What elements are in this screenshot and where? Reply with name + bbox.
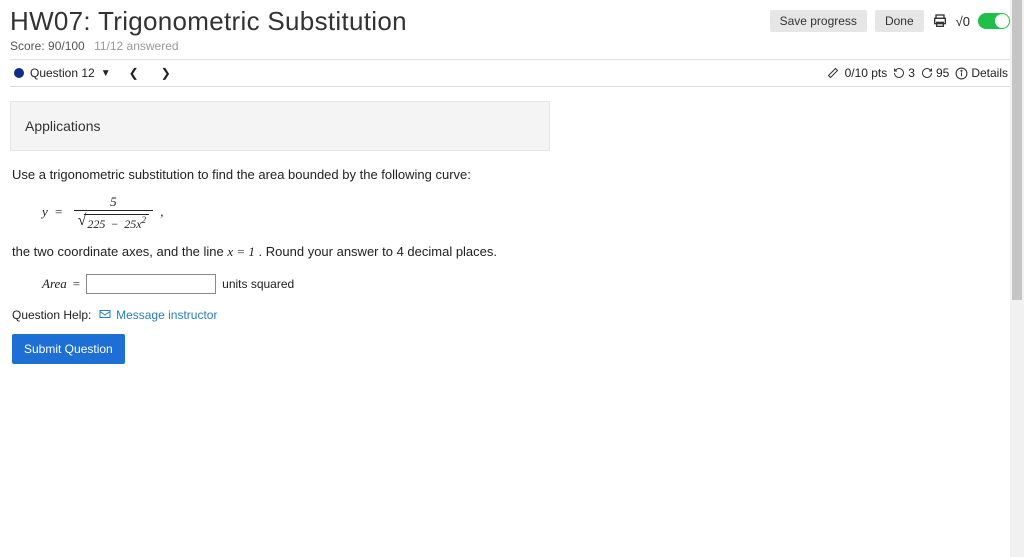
question-prompt-1: Use a trigonometric substitution to find… — [12, 167, 1010, 182]
question-selector[interactable]: Question 12 ▼ — [14, 66, 111, 80]
mail-icon — [99, 308, 114, 322]
score-value: Score: 90/100 — [10, 39, 85, 53]
area-label: Area — [42, 276, 67, 292]
prev-question-button[interactable]: ❮ — [125, 66, 143, 80]
status-dot-icon — [14, 68, 24, 78]
section-banner: Applications — [10, 101, 550, 151]
prompt2-eq: x = 1 — [227, 244, 255, 259]
area-input[interactable] — [86, 274, 216, 294]
edit-icon[interactable] — [827, 67, 839, 79]
math-mode-label: √0 — [956, 14, 970, 29]
score-line: Score: 90/100 11/12 answered — [10, 39, 1012, 53]
details-button[interactable]: Details — [955, 66, 1008, 80]
scrollbar-track[interactable] — [1010, 0, 1024, 557]
eq-equals: = — [55, 204, 62, 219]
prompt2-b: . Round your answer to 4 decimal places. — [259, 244, 497, 259]
message-instructor-link[interactable]: Message instructor — [116, 308, 217, 322]
banner-title: Applications — [25, 118, 101, 134]
question-label: Question 12 — [30, 66, 95, 80]
answered-count: 11/12 answered — [94, 39, 179, 53]
attempts-value: 3 — [908, 66, 915, 80]
sqrt-icon: √ 225 − 25x2 — [78, 214, 149, 232]
area-equals: = — [73, 276, 80, 292]
eq-rad-b: 25x — [124, 217, 141, 231]
equation-display: y = 5 √ 225 − 25x2 — [42, 192, 1010, 234]
question-prompt-2: the two coordinate axes, and the line x … — [12, 244, 1010, 260]
done-button[interactable]: Done — [875, 10, 924, 32]
math-mode-toggle[interactable] — [978, 13, 1010, 29]
prompt2-a: the two coordinate axes, and the line — [12, 244, 227, 259]
time-value: 95 — [936, 66, 949, 80]
points-label: 0/10 pts — [845, 66, 888, 80]
eq-numerator: 5 — [74, 194, 153, 211]
refresh-icon — [921, 67, 933, 79]
eq-lhs: y — [42, 204, 48, 219]
print-icon[interactable] — [932, 13, 948, 29]
scrollbar-thumb[interactable] — [1012, 0, 1022, 300]
retry-icon — [893, 67, 905, 79]
eq-rad-exp: 2 — [142, 215, 147, 225]
next-question-button[interactable]: ❯ — [157, 66, 175, 80]
save-progress-button[interactable]: Save progress — [770, 10, 867, 32]
page-title: HW07: Trigonometric Substitution — [10, 6, 407, 37]
eq-rad-op: − — [111, 217, 118, 231]
caret-down-icon: ▼ — [101, 68, 111, 79]
info-icon — [955, 67, 968, 80]
details-label: Details — [971, 66, 1008, 80]
help-label: Question Help: — [12, 308, 91, 322]
units-label: units squared — [222, 277, 294, 291]
submit-question-button[interactable]: Submit Question — [12, 334, 125, 364]
eq-rad-a: 225 — [87, 217, 105, 231]
